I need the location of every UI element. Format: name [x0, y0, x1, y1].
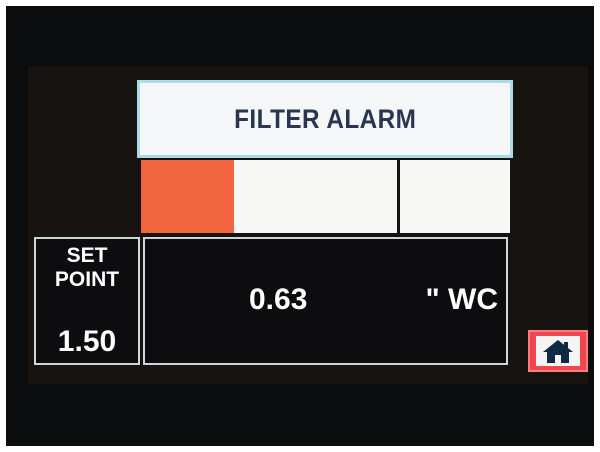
setpoint-panel[interactable]: SET POINT 1.50: [34, 237, 140, 365]
title-banner: FILTER ALARM: [137, 80, 513, 158]
pressure-value: 0.63: [249, 283, 308, 316]
setpoint-label-line2: POINT: [54, 268, 120, 291]
alarm-bar-segment-white-2: [400, 160, 510, 233]
home-button-face: [536, 336, 580, 366]
setpoint-value: 1.50: [57, 325, 117, 358]
home-icon: [543, 340, 573, 363]
home-button[interactable]: [528, 330, 588, 372]
pressure-reading-panel: 0.63 " WC: [143, 237, 508, 365]
pressure-unit: " WC: [425, 283, 498, 316]
alarm-bar-segment-white: [234, 160, 397, 233]
alarm-bar-segment-red: [141, 160, 234, 233]
setpoint-label-line1: SET: [66, 244, 108, 267]
page-title: FILTER ALARM: [233, 103, 417, 134]
